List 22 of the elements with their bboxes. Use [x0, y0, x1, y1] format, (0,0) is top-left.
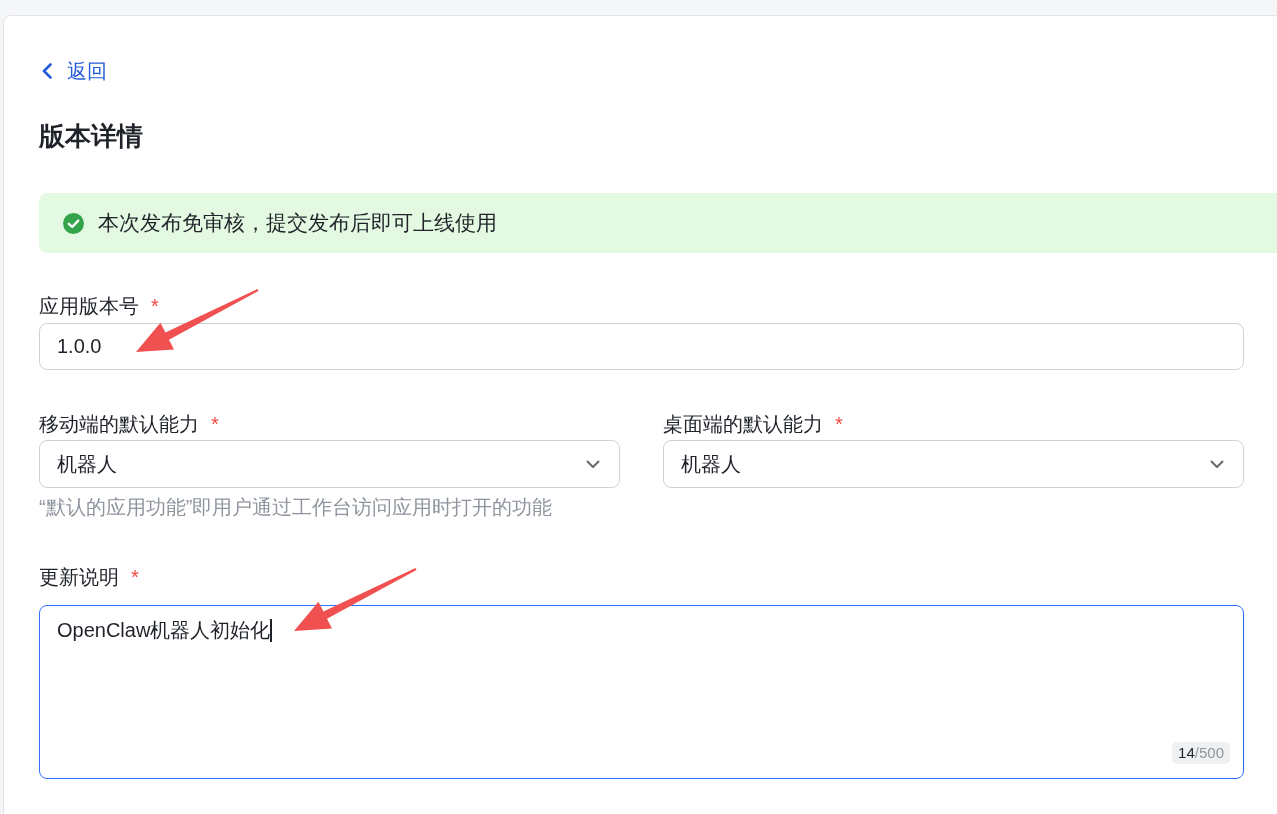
- check-circle-icon: [63, 212, 84, 234]
- field-label: 更新说明: [39, 565, 119, 590]
- required-mark: *: [151, 294, 159, 319]
- character-counter: 14/500: [1172, 742, 1230, 764]
- required-mark: *: [835, 412, 843, 437]
- chevron-down-icon: [1210, 459, 1224, 469]
- dropdown-select[interactable]: 机器人: [663, 440, 1244, 488]
- required-mark: *: [211, 412, 219, 437]
- page-title: 版本详情: [39, 120, 144, 153]
- back-link[interactable]: 返回: [39, 57, 107, 85]
- text-area[interactable]: OpenClaw机器人初始化 14/500: [39, 605, 1244, 779]
- help-text: “默认的应用功能”即用户通过工作台访问应用时打开的功能: [39, 495, 554, 520]
- dropdown-select[interactable]: 机器人: [39, 440, 620, 488]
- field-label: 应用版本号: [39, 294, 139, 319]
- alert-message: 本次发布免审核，提交发布后即可上线使用: [98, 210, 497, 236]
- required-mark: *: [131, 565, 139, 590]
- chevron-down-icon: [586, 459, 600, 469]
- field-label: 桌面端的默认能力: [663, 412, 823, 437]
- text-input[interactable]: 1.0.0: [39, 323, 1244, 370]
- text-cursor-icon: [270, 619, 272, 642]
- chevron-left-icon: [42, 63, 52, 79]
- field-label: 移动端的默认能力: [39, 412, 199, 437]
